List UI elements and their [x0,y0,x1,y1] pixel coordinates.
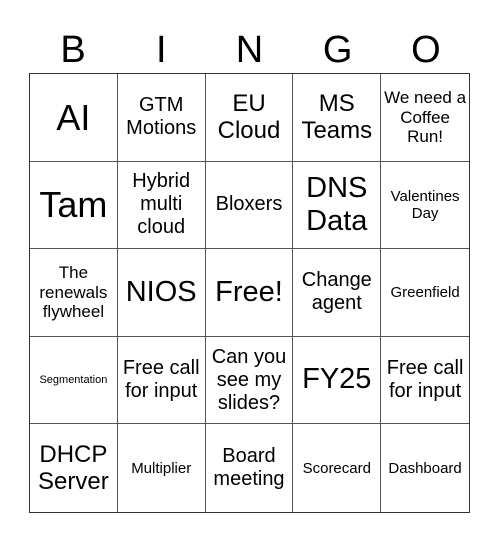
bingo-cell-label: Free call for input [386,357,464,403]
header-letter-o: O [411,29,441,71]
bingo-cell[interactable]: Tam [30,161,118,250]
bingo-cell-label: Change agent [301,269,372,315]
bingo-cell[interactable]: DHCP Server [30,424,118,512]
header-letter-i: I [156,29,167,71]
bingo-cell-label: The renewals flywheel [39,263,108,322]
bingo-cell[interactable]: AI [30,74,118,162]
bingo-cell[interactable]: Free! [205,249,294,337]
bingo-cell-label: EU Cloud [217,89,281,145]
bingo-cell[interactable]: Greenfield [381,249,469,337]
bingo-cell[interactable]: Can you see my slides? [205,336,294,425]
bingo-cell[interactable]: GTM Motions [117,74,206,162]
bingo-cell[interactable]: FY25 [293,336,382,425]
bingo-cell-label: Free! [215,275,283,308]
bingo-cell-label: Tam [39,184,108,226]
bingo-cell[interactable]: Valentines Day [381,162,469,250]
bingo-cell[interactable]: EU Cloud [205,74,294,162]
bingo-cell[interactable]: Dashboard [381,424,469,512]
bingo-cell-label: Dashboard [388,459,462,477]
bingo-cell[interactable]: NIOS [117,249,206,337]
bingo-cell-label: Segmentation [39,373,108,386]
bingo-cell[interactable]: The renewals flywheel [30,249,118,337]
bingo-cell-label: Multiplier [131,459,192,477]
bingo-cell-label: MS Teams [301,89,373,145]
bingo-cell[interactable]: Board meeting [206,424,294,512]
bingo-cell-label: AI [56,96,91,138]
bingo-cell-label: GTM Motions [126,94,197,140]
bingo-cell[interactable]: Scorecard [293,424,382,512]
bingo-cell-label: DHCP Server [38,440,109,496]
bingo-cell-label: DNS Data [306,171,368,237]
bingo-cell-label: Greenfield [390,283,460,301]
header-letter-n: N [235,29,264,71]
bingo-cell[interactable]: We need a Coffee Run! [381,74,469,162]
bingo-cell-label: Can you see my slides? [211,345,287,414]
bingo-cell-label: FY25 [302,363,372,396]
bingo-cell-label: Hybrid multi cloud [132,170,191,239]
bingo-cell-label: Scorecard [302,459,371,477]
header-letter-b: B [60,29,86,71]
bingo-cell[interactable]: Bloxers [205,161,294,250]
bingo-cell-label: Valentines Day [390,187,460,222]
bingo-cell[interactable]: Change agent [293,249,382,337]
bingo-cell[interactable]: MS Teams [293,74,382,162]
bingo-header: B I N G O [29,28,470,72]
bingo-grid: AI GTM Motions EU Cloud MS Teams We need a C… [29,73,470,513]
bingo-cell[interactable]: Free call for input [117,336,206,425]
bingo-cell-label: Free call for input [122,357,200,403]
bingo-cell-label: NIOS [125,275,197,308]
bingo-cell-label: We need a Coffee Run! [384,87,467,147]
bingo-cell[interactable]: Multiplier [118,424,206,512]
bingo-cell[interactable]: Segmentation [30,336,118,425]
bingo-cell-label: Board meeting [213,445,285,491]
bingo-cell[interactable]: Free call for input [381,337,469,425]
header-letter-g: G [322,29,353,71]
bingo-cell-label: Bloxers [215,193,283,216]
bingo-cell[interactable]: DNS Data [293,161,382,250]
bingo-cell[interactable]: Hybrid multi cloud [117,161,206,250]
